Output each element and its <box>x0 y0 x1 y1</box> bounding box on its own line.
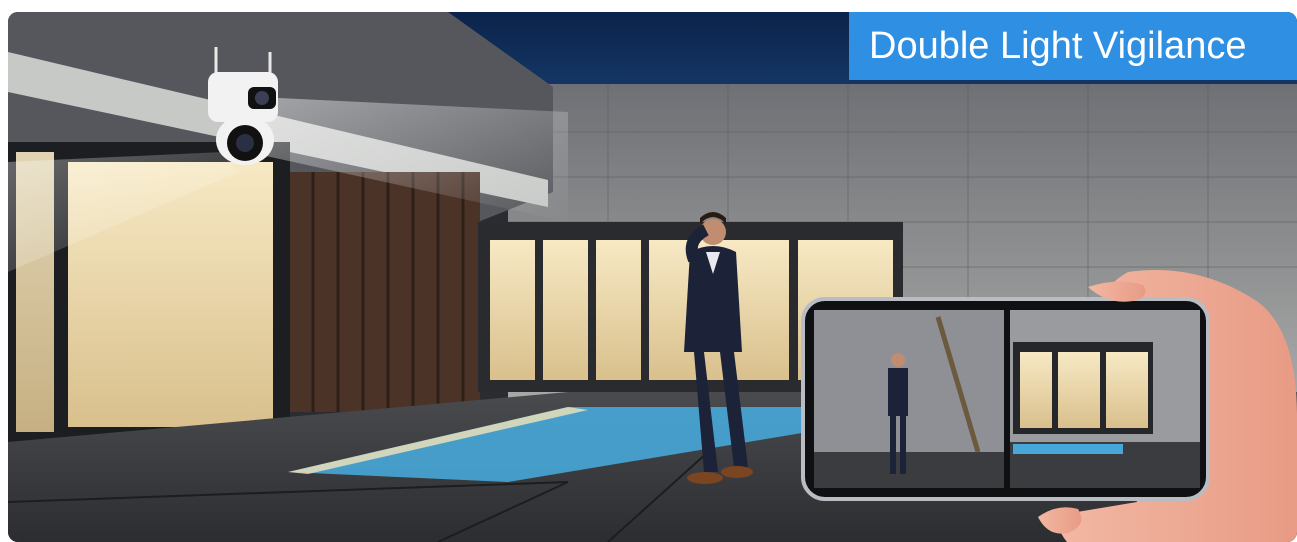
smartphone-live-view-icon <box>801 297 1210 501</box>
headline-text: Double Light Vigilance <box>869 24 1247 67</box>
product-image: Double Light Vigilance <box>8 12 1297 542</box>
headline-banner: Double Light Vigilance <box>849 12 1297 80</box>
night-scene-illustration <box>8 12 1297 542</box>
wood-wall <box>290 172 480 412</box>
